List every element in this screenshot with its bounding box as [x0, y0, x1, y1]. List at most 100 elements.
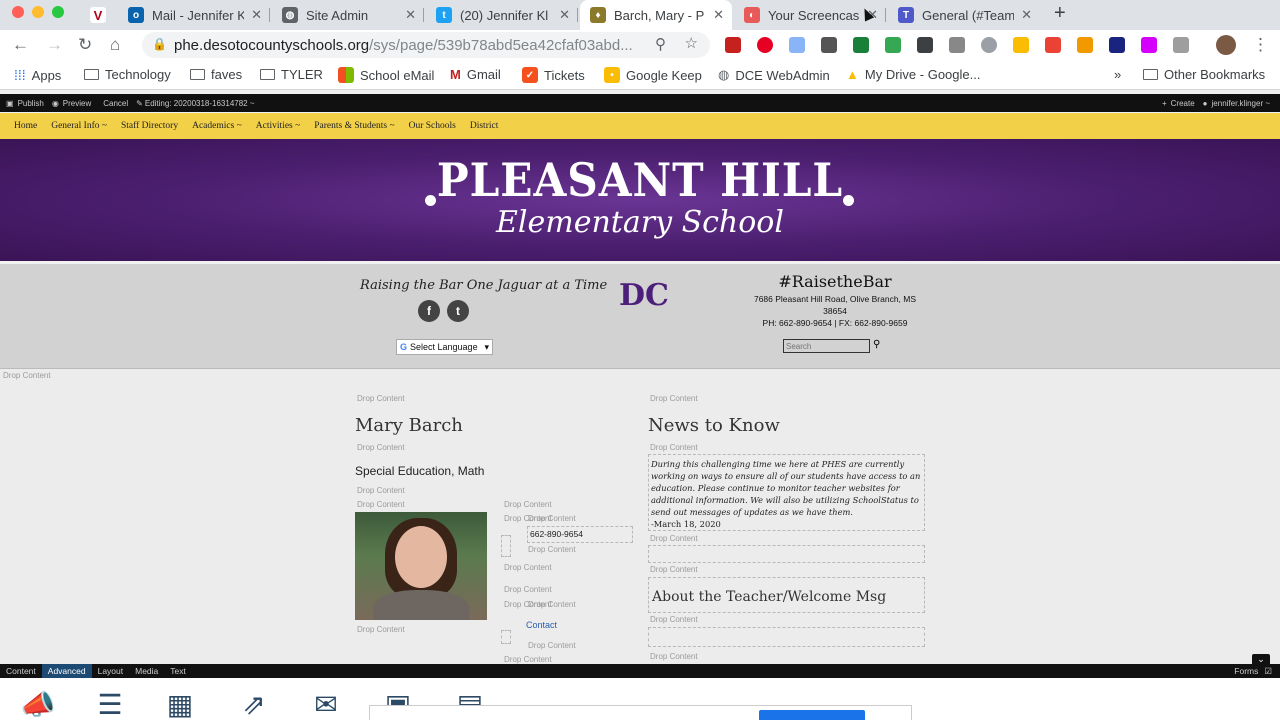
profile-avatar[interactable] — [1216, 35, 1236, 55]
shield-icon[interactable] — [917, 37, 933, 53]
user-menu[interactable]: jennifer.klinger ~ — [1212, 99, 1270, 108]
drop-zone[interactable]: Drop Content — [650, 615, 698, 624]
drop-zone[interactable]: Drop Content — [357, 625, 405, 634]
gmail-ext-icon[interactable] — [725, 37, 741, 53]
tab-mail[interactable]: o Mail - Jennifer K ✕ — [118, 0, 270, 30]
drop-zone[interactable]: Drop Content — [528, 545, 576, 554]
facebook-icon[interactable]: f — [418, 300, 440, 322]
crx-icon[interactable] — [949, 37, 965, 53]
drop-zone[interactable]: Drop Content — [650, 394, 698, 403]
bookmark-my-drive[interactable]: ▲ My Drive - Google... — [846, 67, 980, 82]
editor-tab-text[interactable]: Text — [164, 664, 192, 678]
screencastify-icon[interactable] — [1045, 37, 1061, 53]
drop-zone[interactable]: Drop Content — [528, 641, 576, 650]
more-bookmarks-button[interactable]: » — [1114, 67, 1121, 82]
preview-button[interactable]: Preview — [63, 99, 91, 108]
drop-zone[interactable]: Drop Content — [357, 443, 405, 452]
tiny-url-icon[interactable] — [1109, 37, 1125, 53]
collapse-icon[interactable]: ⌄ — [1252, 654, 1270, 666]
bookmark-tickets[interactable]: ✓ Tickets — [522, 67, 585, 83]
bookmark-apps[interactable]: ⁞⁞⁞ Apps — [14, 67, 61, 83]
tab-twitter[interactable]: t (20) Jennifer Kl ✕ — [426, 0, 578, 30]
drop-zone[interactable]: Drop Content — [504, 585, 552, 594]
cancel-button[interactable]: Cancel — [103, 99, 128, 108]
list-icon[interactable]: ☰ — [90, 690, 130, 720]
bookmark-gmail[interactable]: M Gmail — [450, 67, 501, 82]
contact-link[interactable]: Contact — [526, 620, 557, 630]
editing-version[interactable]: Editing: 20200318-16314782 ~ — [145, 99, 255, 108]
drop-zone[interactable]: Drop Content — [650, 565, 698, 574]
help-icon[interactable] — [981, 37, 997, 53]
nav-district[interactable]: District — [470, 121, 499, 131]
drop-zone[interactable]: Drop Content — [357, 486, 405, 495]
district-logo[interactable]: DC — [619, 278, 669, 313]
bookmark-tyler[interactable]: TYLER — [260, 67, 323, 82]
drop-zone[interactable]: Drop Content — [650, 443, 698, 452]
close-tab-icon[interactable]: ✕ — [559, 7, 570, 23]
language-select[interactable]: G Select Language ▾ — [396, 339, 493, 355]
classroom-icon[interactable] — [885, 37, 901, 53]
close-window-button[interactable] — [12, 6, 24, 18]
forms-checkbox-icon[interactable]: ☑ — [1264, 664, 1280, 678]
nav-academics[interactable]: Academics ~ — [192, 121, 242, 131]
editor-tab-advanced[interactable]: Advanced — [41, 664, 92, 678]
minimize-window-button[interactable] — [32, 6, 44, 18]
nav-staff-directory[interactable]: Staff Directory — [121, 121, 178, 131]
star-icon[interactable]: ☆ — [685, 34, 698, 52]
forward-icon[interactable]: → — [46, 35, 63, 55]
nav-home[interactable]: Home — [14, 121, 37, 131]
drop-zone[interactable]: Drop Content — [357, 394, 405, 403]
publish-button[interactable]: Publish — [18, 99, 44, 108]
drop-zone[interactable]: Drop Content — [504, 563, 552, 572]
bookmark-faves[interactable]: faves — [190, 67, 242, 82]
share-icon[interactable]: ⇗ — [234, 690, 274, 720]
twitter-icon[interactable]: t — [447, 300, 469, 322]
back-icon[interactable]: ← — [12, 35, 29, 55]
site-search-input[interactable] — [783, 339, 870, 353]
drop-zone[interactable]: Drop Content — [528, 514, 576, 523]
calendar-icon[interactable]: ▦ — [160, 690, 200, 720]
bookmark-google-keep[interactable]: • Google Keep — [604, 67, 702, 83]
drop-zone[interactable]: Drop Content — [504, 655, 552, 664]
bookmark-dce-webadmin[interactable]: ◍ DCE WebAdmin — [718, 67, 830, 83]
square-icon[interactable] — [1141, 37, 1157, 53]
drop-zone[interactable]: Drop Content — [504, 500, 552, 509]
bookmark-school-email[interactable]: School eMail — [338, 67, 434, 83]
menu-icon[interactable]: ⋮ — [1252, 35, 1269, 55]
extension-icon[interactable] — [789, 37, 805, 53]
other-bookmarks[interactable]: Other Bookmarks — [1143, 67, 1265, 82]
create-button[interactable]: Create — [1171, 99, 1195, 108]
new-tab-button[interactable]: + — [1054, 2, 1066, 25]
editor-tab-content[interactable]: Content — [0, 664, 42, 678]
editor-tab-layout[interactable]: Layout — [92, 664, 130, 678]
excel-icon[interactable] — [853, 37, 869, 53]
nav-general-info[interactable]: General Info ~ — [51, 121, 107, 131]
envelope-icon[interactable]: ✉ — [306, 690, 346, 720]
close-tab-icon[interactable]: ✕ — [251, 7, 262, 23]
pinned-tab-icon[interactable]: V — [90, 7, 106, 23]
dialog-primary-button[interactable] — [759, 710, 865, 720]
school-banner[interactable]: PLEASANT HILL Elementary School — [0, 139, 1280, 261]
close-tab-icon[interactable]: ✕ — [405, 7, 416, 23]
drop-zone[interactable]: Drop Content — [528, 600, 576, 609]
empty-block[interactable] — [648, 545, 925, 563]
handshake-icon[interactable] — [1077, 37, 1093, 53]
home-icon[interactable]: ⌂ — [110, 35, 120, 55]
zoom-window-button[interactable] — [52, 6, 64, 18]
pinterest-icon[interactable] — [757, 37, 773, 53]
scissors-icon[interactable] — [821, 37, 837, 53]
nav-our-schools[interactable]: Our Schools — [409, 121, 456, 131]
address-bar[interactable]: 🔒 phe.desotocountyschools.org/sys/page/5… — [142, 32, 710, 58]
drop-zone[interactable]: Drop Content — [3, 371, 51, 380]
tab-teams[interactable]: T General (#Team ✕ — [888, 0, 1040, 30]
zoom-icon[interactable]: ⚲ — [655, 35, 666, 53]
close-tab-icon[interactable]: ✕ — [713, 7, 724, 23]
close-tab-icon[interactable]: ✕ — [1021, 7, 1032, 23]
empty-block[interactable] — [648, 627, 925, 647]
tab-site-admin[interactable]: ◍ Site Admin ✕ — [272, 0, 424, 30]
search-icon[interactable]: ⚲ — [873, 339, 880, 350]
tab-barch-mary[interactable]: ♦ Barch, Mary - P ✕ — [580, 0, 732, 30]
editor-tab-media[interactable]: Media — [129, 664, 164, 678]
drive-icon[interactable] — [1013, 37, 1029, 53]
megaphone-icon[interactable]: 📣 — [18, 690, 58, 720]
